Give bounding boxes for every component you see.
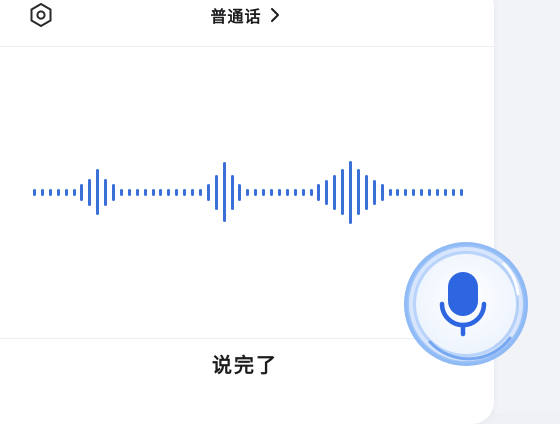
waveform-bar <box>285 188 289 196</box>
waveform-bar <box>214 174 218 210</box>
waveform-bar <box>238 183 242 201</box>
waveform-bar <box>254 188 258 196</box>
language-selector[interactable]: 普通话 <box>190 0 300 30</box>
waveform-bar <box>435 188 439 196</box>
waveform-bar <box>356 169 360 215</box>
waveform-bar <box>380 183 384 201</box>
waveform-bar <box>64 188 68 196</box>
waveform-bar <box>104 178 108 206</box>
waveform-bar <box>428 188 431 196</box>
waveform-bar <box>127 188 131 196</box>
waveform-bar <box>277 188 281 196</box>
waveform-bar <box>56 188 60 196</box>
waveform-bar <box>112 183 115 201</box>
done-speaking-button[interactable]: 说完了 <box>170 345 320 381</box>
waveform-bar <box>317 183 321 201</box>
waveform-bar <box>159 188 163 196</box>
waveform-bar <box>333 174 337 210</box>
waveform-bar <box>119 188 123 196</box>
language-label: 普通话 <box>210 7 262 26</box>
waveform-bar <box>72 188 76 196</box>
waveform-bar <box>48 188 52 196</box>
waveform-bar <box>420 188 424 196</box>
waveform-bar <box>372 179 376 205</box>
panel-header: 普通话 <box>0 0 494 47</box>
waveform-bar <box>135 188 139 196</box>
waveform-bar <box>309 188 313 196</box>
waveform-bar <box>183 188 187 196</box>
microphone-button[interactable] <box>400 206 540 396</box>
waveform-bar <box>412 188 416 196</box>
waveform-bar <box>191 188 194 196</box>
waveform-bar <box>293 188 297 196</box>
settings-button[interactable] <box>26 0 56 30</box>
waveform-bar <box>96 169 100 215</box>
waveform-bar <box>198 188 202 196</box>
waveform-bar <box>222 162 226 222</box>
waveform-bar <box>246 188 250 196</box>
chevron-right-icon <box>270 8 279 22</box>
waveform-bar <box>364 174 368 210</box>
waveform-bar <box>175 188 179 196</box>
microphone-icon <box>404 242 528 366</box>
waveform-bar <box>80 183 84 201</box>
waveform-bar <box>459 188 463 196</box>
hexagon-settings-icon <box>30 3 52 27</box>
waveform-bar <box>206 183 210 201</box>
waveform-bar <box>301 188 305 196</box>
waveform-bar <box>388 188 392 196</box>
waveform-bar <box>167 188 171 196</box>
waveform-bar <box>88 178 92 206</box>
waveform-bar <box>443 188 447 196</box>
waveform-bar <box>270 188 273 196</box>
waveform-bar <box>33 188 36 196</box>
waveform-bar <box>349 160 352 224</box>
waveform-bar <box>230 174 234 210</box>
waveform-bar <box>151 188 155 196</box>
waveform-bar <box>396 188 400 196</box>
waveform-bar <box>40 188 44 196</box>
waveform-bar <box>404 188 408 196</box>
waveform-bar <box>325 179 329 205</box>
waveform-bar <box>143 188 147 196</box>
waveform-bar <box>451 188 455 196</box>
waveform-bar <box>262 188 266 196</box>
waveform-bar <box>341 169 345 215</box>
